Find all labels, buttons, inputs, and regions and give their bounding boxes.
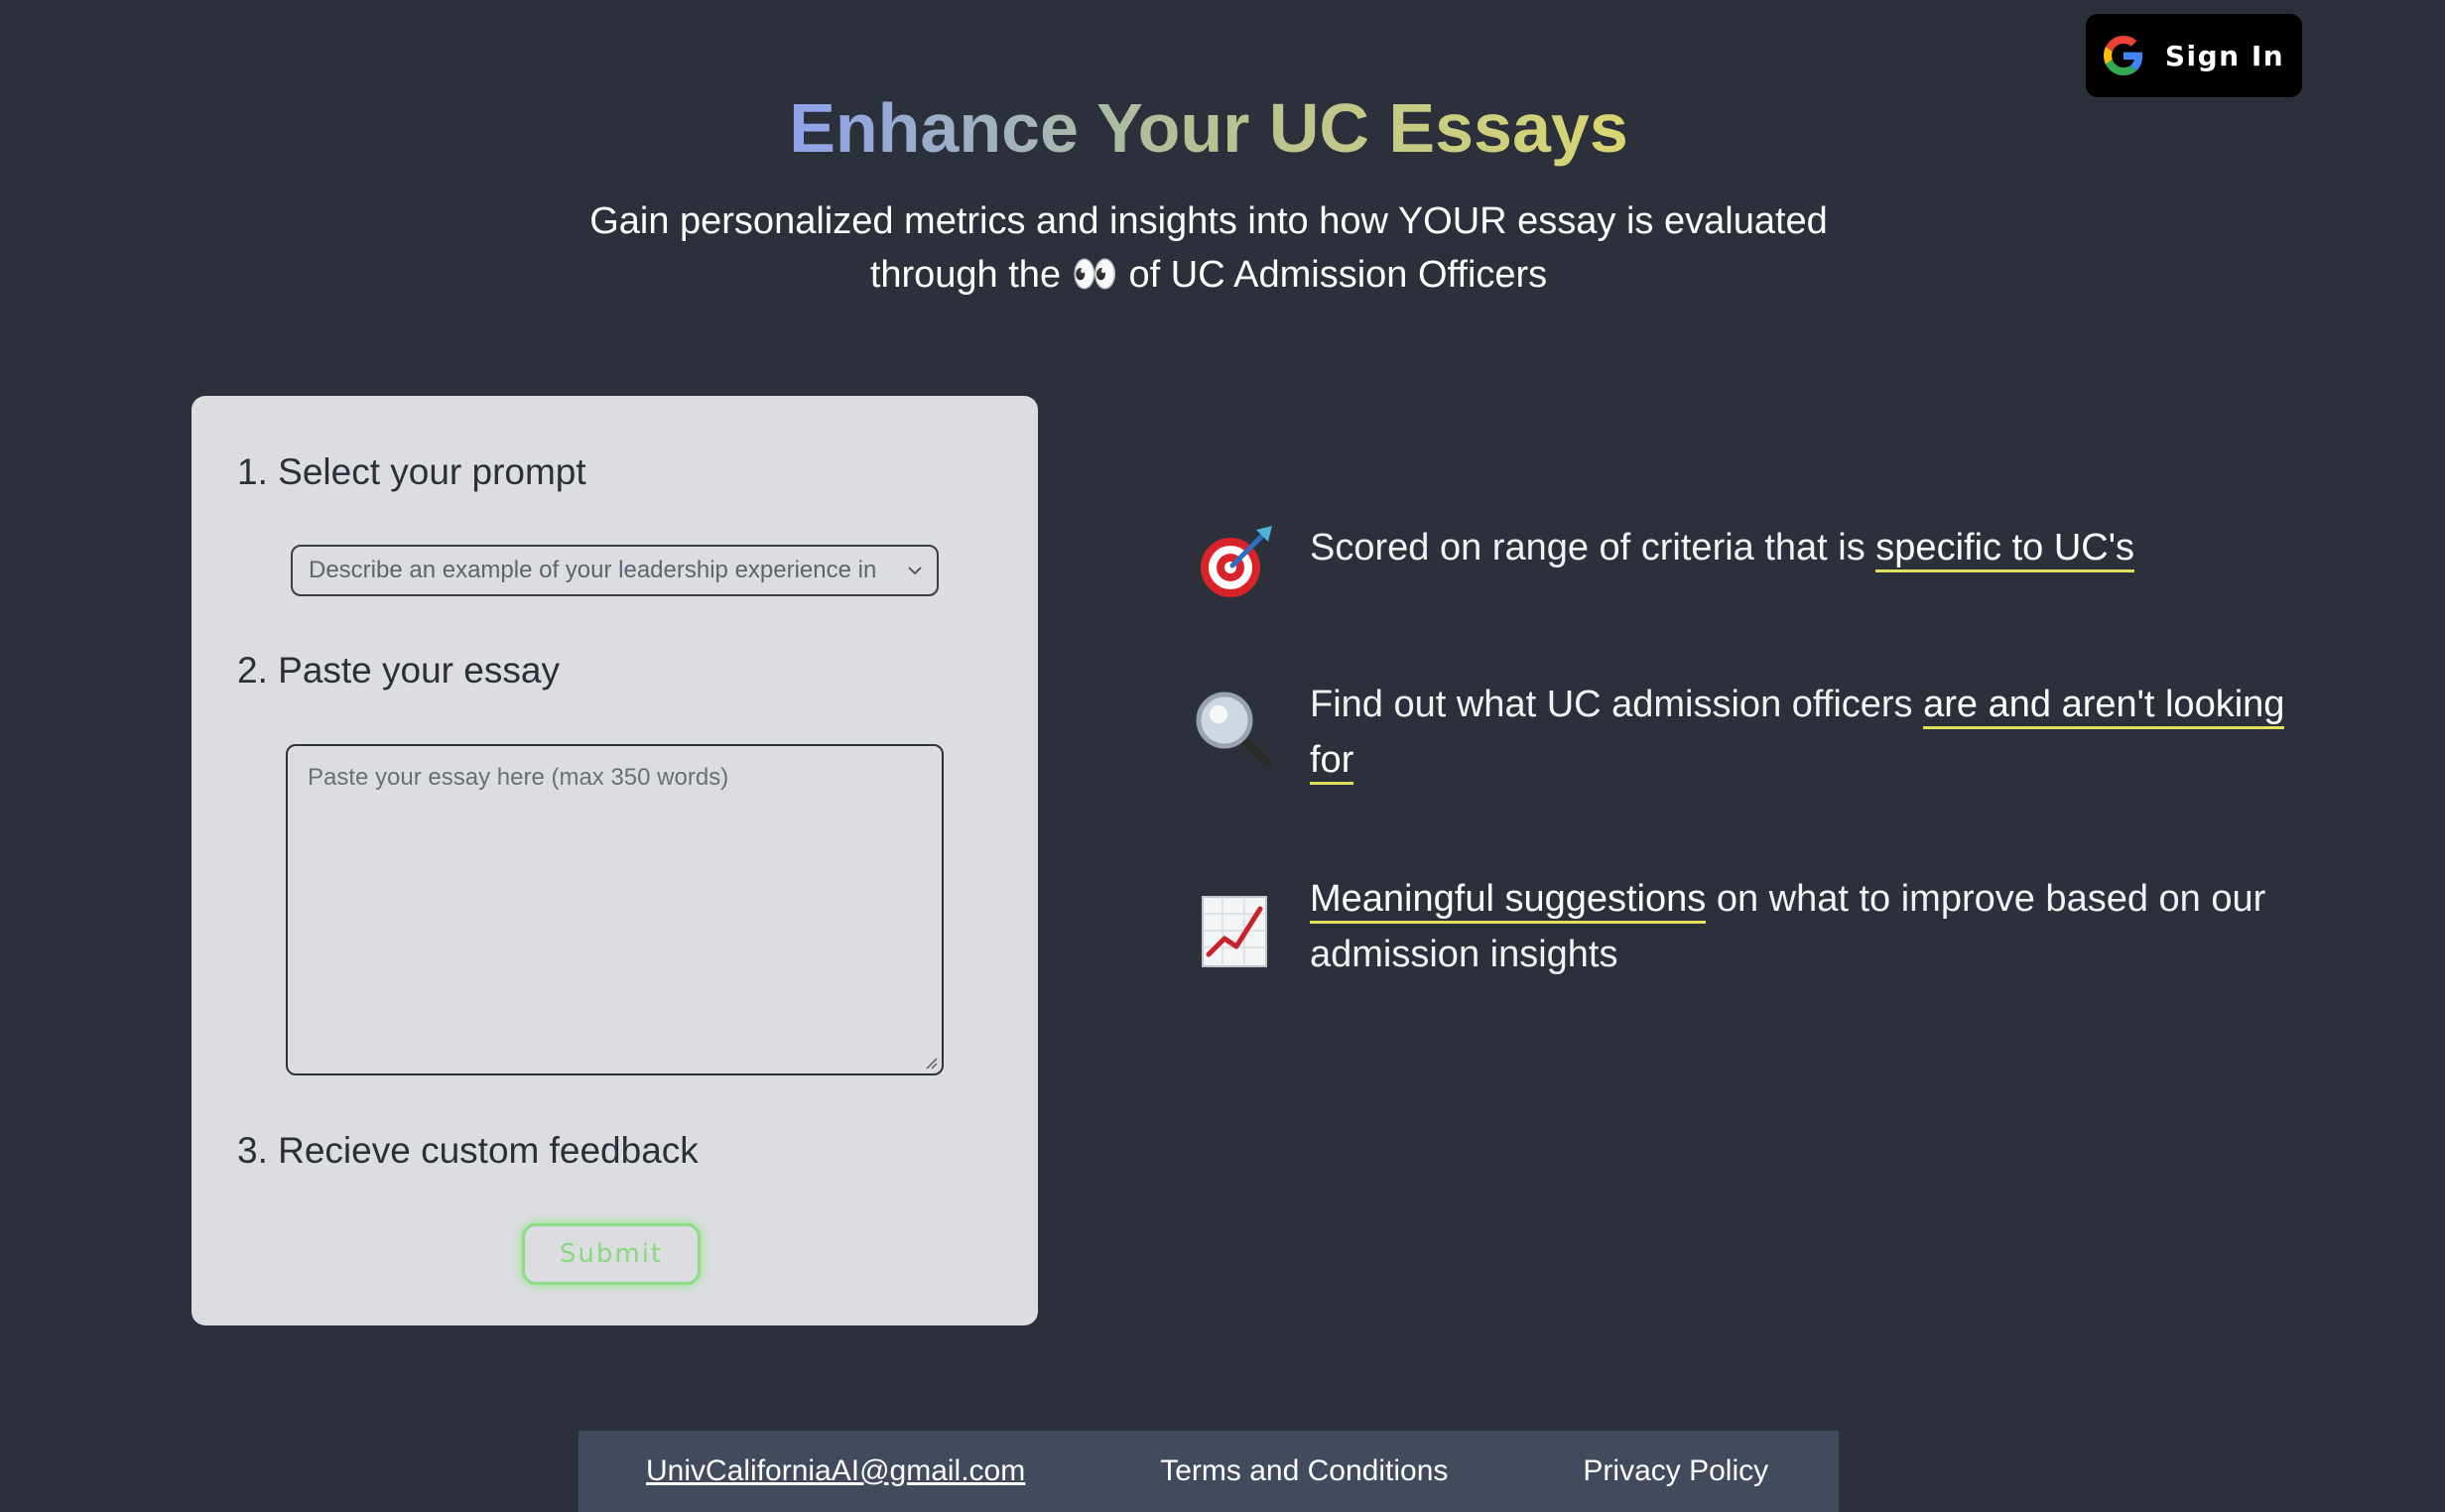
chevron-down-icon [908, 567, 922, 575]
eyes-icon: 👀 [1071, 254, 1118, 296]
page-title-text: Enhance Your UC Essays [789, 89, 1628, 167]
subtitle-line2-pre: through the [869, 254, 1072, 296]
subtitle-line1: Gain personalized metrics and insights i… [589, 200, 1828, 242]
feature-text-pre: Find out what UC admission officers [1310, 684, 1924, 725]
feature-text: Find out what UC admission officers are … [1310, 677, 2302, 788]
resize-handle-icon[interactable] [922, 1054, 938, 1070]
signin-label: Sign In [2164, 39, 2285, 72]
feature-highlight: specific to UC's [1875, 527, 2134, 572]
chart-increasing-icon [1202, 896, 1267, 967]
google-g-icon [2103, 36, 2142, 75]
step2-label: 2. Paste your essay [237, 650, 560, 691]
step3-label: 3. Recieve custom feedback [237, 1130, 699, 1171]
feature-text: Scored on range of criteria that is spec… [1310, 520, 2302, 575]
essay-textarea[interactable]: Paste your essay here (max 350 words) [286, 744, 944, 1075]
prompt-selected-value: Describe an example of your leadership e… [309, 557, 877, 583]
page: Sign In Enhance Your UC Essays Gain pers… [0, 0, 2445, 1512]
feature-highlight: Meaningful suggestions [1310, 878, 1707, 924]
footer: UnivCaliforniaAI@gmail.com Terms and Con… [579, 1431, 1839, 1512]
footer-email-link[interactable]: UnivCaliforniaAI@gmail.com [646, 1454, 1025, 1488]
footer-terms-link[interactable]: Terms and Conditions [1160, 1454, 1448, 1488]
subtitle-line2-post: of UC Admission Officers [1117, 254, 1548, 296]
step1-label: 1. Select your prompt [237, 451, 586, 492]
submit-button[interactable]: Submit [522, 1223, 701, 1285]
feature-text: Meaningful suggestions on what to improv… [1310, 871, 2302, 982]
page-title: Enhance Your UC Essays [0, 83, 2417, 173]
essay-placeholder: Paste your essay here (max 350 words) [308, 764, 729, 791]
magnifying-glass-icon [1196, 692, 1273, 769]
page-subtitle: Gain personalized metrics and insights i… [536, 194, 1881, 302]
essay-form-card: 1. Select your prompt Describe an exampl… [192, 396, 1038, 1325]
feature-text-pre: Scored on range of criteria that is [1310, 527, 1876, 568]
footer-privacy-link[interactable]: Privacy Policy [1583, 1454, 1768, 1488]
prompt-select[interactable]: Describe an example of your leadership e… [291, 545, 939, 596]
target-dart-icon [1201, 526, 1272, 597]
